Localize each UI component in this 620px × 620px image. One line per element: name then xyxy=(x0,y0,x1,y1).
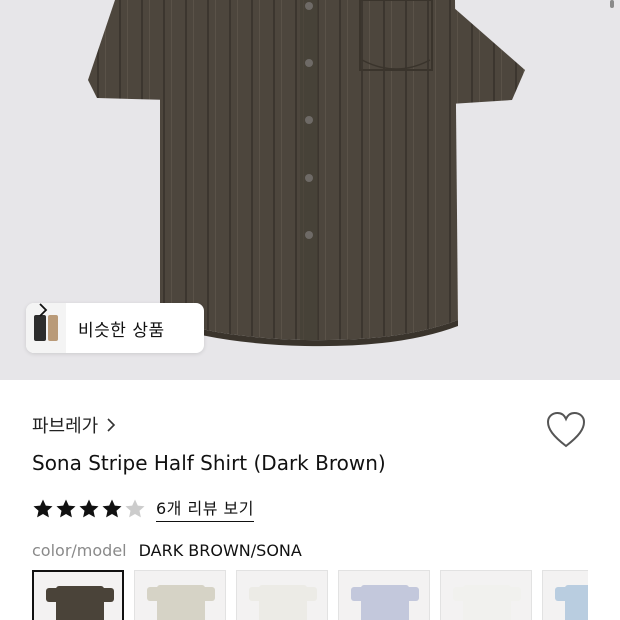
review-link[interactable]: 6개 리뷰 보기 xyxy=(156,495,254,522)
swatch-shirt-image xyxy=(147,585,215,620)
star-filled-icon xyxy=(102,499,122,517)
star-filled-icon xyxy=(56,499,76,517)
color-swatch-list xyxy=(32,570,588,620)
swatch-shirt-image xyxy=(46,586,114,620)
star-filled-icon xyxy=(79,499,99,517)
star-filled-icon xyxy=(33,499,53,517)
product-image[interactable]: 비슷한 상품 xyxy=(0,0,620,380)
swatch-shirt-image xyxy=(351,585,419,620)
swatch-shirt-image xyxy=(453,585,521,620)
color-swatch[interactable] xyxy=(32,570,124,620)
chevron-right-icon xyxy=(107,418,116,432)
color-model-label: color/model xyxy=(32,541,127,560)
star-empty-icon xyxy=(125,499,145,517)
brand-name: 파브레가 xyxy=(32,416,99,437)
color-swatch[interactable] xyxy=(542,570,588,620)
similar-products-button[interactable]: 비슷한 상품 xyxy=(26,303,204,353)
color-model-row: color/model DARK BROWN/SONA xyxy=(32,541,302,560)
color-swatch[interactable] xyxy=(134,570,226,620)
swatch-shirt-image xyxy=(555,585,588,620)
heart-icon[interactable] xyxy=(545,410,587,450)
rating-row: 6개 리뷰 보기 xyxy=(32,495,254,522)
color-swatch[interactable] xyxy=(338,570,430,620)
chevron-right-icon xyxy=(39,303,48,317)
color-swatch[interactable] xyxy=(236,570,328,620)
similar-products-label: 비슷한 상품 xyxy=(78,320,165,341)
color-model-value: DARK BROWN/SONA xyxy=(138,541,302,560)
brand-link[interactable]: 파브레가 xyxy=(32,412,116,438)
product-title: Sona Stripe Half Shirt (Dark Brown) xyxy=(32,451,386,475)
swatch-shirt-image xyxy=(249,585,317,620)
color-swatch[interactable] xyxy=(440,570,532,620)
rating-stars xyxy=(32,498,146,520)
scrollbar[interactable] xyxy=(610,0,614,8)
